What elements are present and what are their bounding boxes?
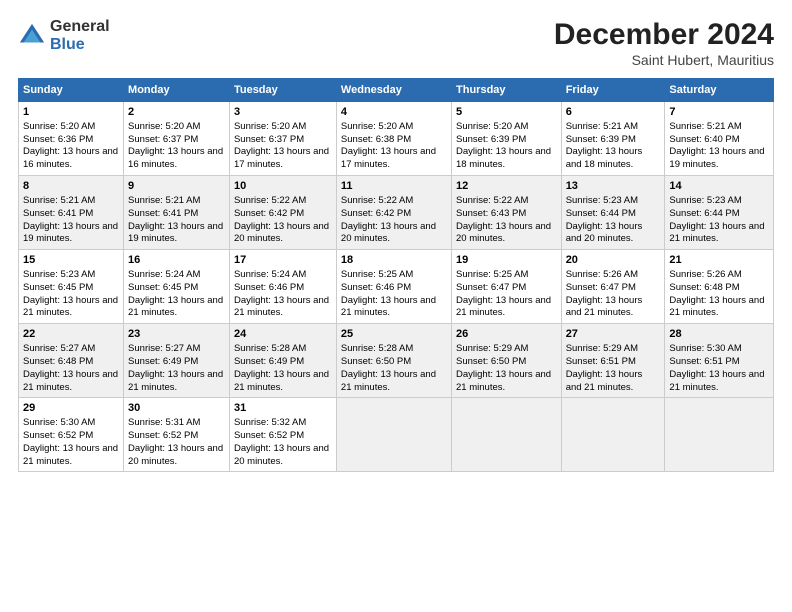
col-sunday: Sunday: [19, 79, 124, 102]
table-row: 8Sunrise: 5:21 AMSunset: 6:41 PMDaylight…: [19, 176, 774, 250]
subtitle: Saint Hubert, Mauritius: [554, 52, 774, 68]
day-number: 17: [234, 253, 332, 268]
day-number: 6: [566, 105, 661, 120]
table-cell: 1Sunrise: 5:20 AMSunset: 6:36 PMDaylight…: [19, 102, 124, 176]
table-cell: [561, 398, 665, 472]
day-number: 20: [566, 253, 661, 268]
day-number: 21: [669, 253, 769, 268]
table-cell: 9Sunrise: 5:21 AMSunset: 6:41 PMDaylight…: [124, 176, 230, 250]
table-cell: 28Sunrise: 5:30 AMSunset: 6:51 PMDayligh…: [665, 324, 774, 398]
day-number: 30: [128, 401, 225, 416]
day-number: 24: [234, 327, 332, 342]
main-title: December 2024: [554, 18, 774, 52]
table-cell: 13Sunrise: 5:23 AMSunset: 6:44 PMDayligh…: [561, 176, 665, 250]
table-cell: 5Sunrise: 5:20 AMSunset: 6:39 PMDaylight…: [452, 102, 562, 176]
page: General Blue December 2024 Saint Hubert,…: [0, 0, 792, 612]
table-cell: 17Sunrise: 5:24 AMSunset: 6:46 PMDayligh…: [229, 250, 336, 324]
col-thursday: Thursday: [452, 79, 562, 102]
day-number: 12: [456, 179, 557, 194]
day-number: 9: [128, 179, 225, 194]
logo: General Blue: [18, 18, 110, 53]
day-number: 14: [669, 179, 769, 194]
col-monday: Monday: [124, 79, 230, 102]
table-cell: 11Sunrise: 5:22 AMSunset: 6:42 PMDayligh…: [336, 176, 451, 250]
table-cell: 22Sunrise: 5:27 AMSunset: 6:48 PMDayligh…: [19, 324, 124, 398]
table-row: 22Sunrise: 5:27 AMSunset: 6:48 PMDayligh…: [19, 324, 774, 398]
col-tuesday: Tuesday: [229, 79, 336, 102]
table-row: 15Sunrise: 5:23 AMSunset: 6:45 PMDayligh…: [19, 250, 774, 324]
table-cell: 23Sunrise: 5:27 AMSunset: 6:49 PMDayligh…: [124, 324, 230, 398]
table-cell: 12Sunrise: 5:22 AMSunset: 6:43 PMDayligh…: [452, 176, 562, 250]
table-cell: 27Sunrise: 5:29 AMSunset: 6:51 PMDayligh…: [561, 324, 665, 398]
table-cell: 20Sunrise: 5:26 AMSunset: 6:47 PMDayligh…: [561, 250, 665, 324]
table-cell: 21Sunrise: 5:26 AMSunset: 6:48 PMDayligh…: [665, 250, 774, 324]
day-number: 15: [23, 253, 119, 268]
table-cell: [452, 398, 562, 472]
col-wednesday: Wednesday: [336, 79, 451, 102]
day-number: 13: [566, 179, 661, 194]
day-number: 22: [23, 327, 119, 342]
logo-icon: [18, 22, 46, 50]
table-cell: 4Sunrise: 5:20 AMSunset: 6:38 PMDaylight…: [336, 102, 451, 176]
day-number: 25: [341, 327, 447, 342]
logo-blue-text: Blue: [50, 36, 110, 54]
day-number: 5: [456, 105, 557, 120]
table-cell: 24Sunrise: 5:28 AMSunset: 6:49 PMDayligh…: [229, 324, 336, 398]
table-cell: 3Sunrise: 5:20 AMSunset: 6:37 PMDaylight…: [229, 102, 336, 176]
table-cell: 14Sunrise: 5:23 AMSunset: 6:44 PMDayligh…: [665, 176, 774, 250]
table-cell: 15Sunrise: 5:23 AMSunset: 6:45 PMDayligh…: [19, 250, 124, 324]
day-number: 3: [234, 105, 332, 120]
header: General Blue December 2024 Saint Hubert,…: [18, 18, 774, 68]
day-number: 1: [23, 105, 119, 120]
col-friday: Friday: [561, 79, 665, 102]
table-row: 29Sunrise: 5:30 AMSunset: 6:52 PMDayligh…: [19, 398, 774, 472]
table-cell: 18Sunrise: 5:25 AMSunset: 6:46 PMDayligh…: [336, 250, 451, 324]
table-cell: 29Sunrise: 5:30 AMSunset: 6:52 PMDayligh…: [19, 398, 124, 472]
day-number: 19: [456, 253, 557, 268]
table-cell: 8Sunrise: 5:21 AMSunset: 6:41 PMDaylight…: [19, 176, 124, 250]
table-cell: 10Sunrise: 5:22 AMSunset: 6:42 PMDayligh…: [229, 176, 336, 250]
logo-text: General Blue: [50, 18, 110, 53]
table-cell: 16Sunrise: 5:24 AMSunset: 6:45 PMDayligh…: [124, 250, 230, 324]
table-cell: [665, 398, 774, 472]
table-cell: 31Sunrise: 5:32 AMSunset: 6:52 PMDayligh…: [229, 398, 336, 472]
day-number: 11: [341, 179, 447, 194]
day-number: 18: [341, 253, 447, 268]
day-number: 4: [341, 105, 447, 120]
day-number: 7: [669, 105, 769, 120]
day-number: 10: [234, 179, 332, 194]
table-cell: [336, 398, 451, 472]
table-cell: 7Sunrise: 5:21 AMSunset: 6:40 PMDaylight…: [665, 102, 774, 176]
day-number: 8: [23, 179, 119, 194]
day-number: 2: [128, 105, 225, 120]
table-cell: 30Sunrise: 5:31 AMSunset: 6:52 PMDayligh…: [124, 398, 230, 472]
calendar-table: Sunday Monday Tuesday Wednesday Thursday…: [18, 78, 774, 472]
table-cell: 19Sunrise: 5:25 AMSunset: 6:47 PMDayligh…: [452, 250, 562, 324]
table-row: 1Sunrise: 5:20 AMSunset: 6:36 PMDaylight…: [19, 102, 774, 176]
table-cell: 2Sunrise: 5:20 AMSunset: 6:37 PMDaylight…: [124, 102, 230, 176]
logo-general-text: General: [50, 18, 110, 36]
day-number: 28: [669, 327, 769, 342]
table-cell: 26Sunrise: 5:29 AMSunset: 6:50 PMDayligh…: [452, 324, 562, 398]
day-number: 29: [23, 401, 119, 416]
day-number: 23: [128, 327, 225, 342]
col-saturday: Saturday: [665, 79, 774, 102]
title-block: December 2024 Saint Hubert, Mauritius: [554, 18, 774, 68]
table-cell: 6Sunrise: 5:21 AMSunset: 6:39 PMDaylight…: [561, 102, 665, 176]
day-number: 31: [234, 401, 332, 416]
day-number: 16: [128, 253, 225, 268]
table-cell: 25Sunrise: 5:28 AMSunset: 6:50 PMDayligh…: [336, 324, 451, 398]
header-row: Sunday Monday Tuesday Wednesday Thursday…: [19, 79, 774, 102]
day-number: 26: [456, 327, 557, 342]
day-number: 27: [566, 327, 661, 342]
